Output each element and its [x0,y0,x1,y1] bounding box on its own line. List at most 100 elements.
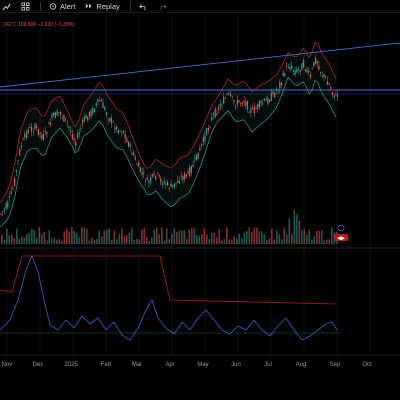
candle-body [117,130,119,134]
candle-body [308,70,310,73]
candle-body [218,106,220,110]
oscillator-line [0,254,338,341]
volume-bar [183,230,186,244]
candle-body [158,174,160,177]
candle-body [29,127,31,128]
candle-body [71,133,73,139]
candle-body [85,115,87,119]
candle-body [161,183,164,186]
candle-body [185,174,187,177]
volume-bar [138,239,141,244]
volume-bar [78,237,81,244]
volume-bar [1,234,3,244]
candle-body [172,185,174,187]
volume-bar [148,240,151,244]
x-label-mar: Mar [132,362,142,368]
volume-bar [6,228,8,244]
candle-body [226,93,228,95]
volume-bar [16,228,18,244]
candle-body [102,102,104,109]
volume-bar [161,227,163,244]
candle-body [323,74,325,77]
candle-body [180,175,182,177]
candle-body [46,132,48,135]
candle-body [160,178,162,183]
candle-body [167,181,169,186]
candle-body [178,181,181,183]
candle-body [328,83,330,85]
candle-body [313,62,315,67]
volume-bar [258,231,261,244]
volume-bar [103,230,106,244]
volume-bar [326,239,328,244]
volume-bar [108,228,111,244]
candle-body [269,99,271,102]
volume-bar [128,232,131,244]
candle-body [105,112,107,115]
volume-bar [271,228,273,244]
candle-body [291,65,293,69]
candle-body [17,160,19,162]
volume-bar [158,234,161,244]
volume-bar [48,230,51,244]
candle-body [155,175,157,180]
candle-body [141,172,143,175]
candle-body [201,143,203,146]
volume-bar [241,238,243,244]
candle-body [65,118,67,120]
candle-body [279,82,281,89]
ohlc-readout: .742 C 109,606 −2,930 (−1.33%) [2,22,75,28]
volume-bar [51,238,53,244]
volume-bar [18,239,21,244]
candle-body [211,116,213,121]
volume-bar [101,236,103,244]
volume-bar [116,238,118,244]
info-icon[interactable] [337,224,345,232]
band-lower-line [0,76,337,228]
volume-bar [301,229,303,244]
candle-body [100,100,102,102]
volume-bar [33,229,36,244]
x-label-nov: Nov [2,362,13,368]
candle-body [129,143,131,147]
trend-lines[interactable] [0,42,400,95]
volume-bar [76,233,78,244]
volume-bar [306,234,308,244]
volume-bar [151,237,153,244]
candle-body [39,132,41,134]
candle-body [333,95,335,98]
candle-body [231,95,233,97]
candle-body [265,99,267,101]
candle-body [97,98,99,102]
candle-body [73,137,75,140]
candle-body [131,152,133,155]
volume-bar [31,229,33,244]
volume-bar [83,227,86,244]
candle-body [311,68,313,70]
volume-bar [176,232,178,244]
candle-body [326,81,328,85]
chart-canvas[interactable]: .742 C 109,606 −2,930 (−1.33%) ◀▶ Nov De… [0,0,400,400]
volume-bar [56,240,58,244]
volume-bar [198,235,201,244]
volume-bar [218,229,221,244]
candle-body [250,108,252,113]
candle-body [246,100,249,110]
candle-body [133,152,135,156]
volume-bar [13,237,16,244]
candle-body [255,108,257,110]
volume-bar [228,239,231,244]
candle-body [95,103,97,106]
candle-body [306,69,308,73]
volume-bar [206,234,208,244]
candle-body [42,134,45,141]
volume-bar [321,229,323,244]
candle-body [289,66,291,70]
x-label-2025: 2025 [64,362,78,368]
volume-bar [46,240,48,244]
volume-bar [58,238,61,244]
rising-trend-line [0,42,400,88]
candle-body [56,110,58,116]
candle-body [44,130,46,132]
candle-body [80,128,82,129]
